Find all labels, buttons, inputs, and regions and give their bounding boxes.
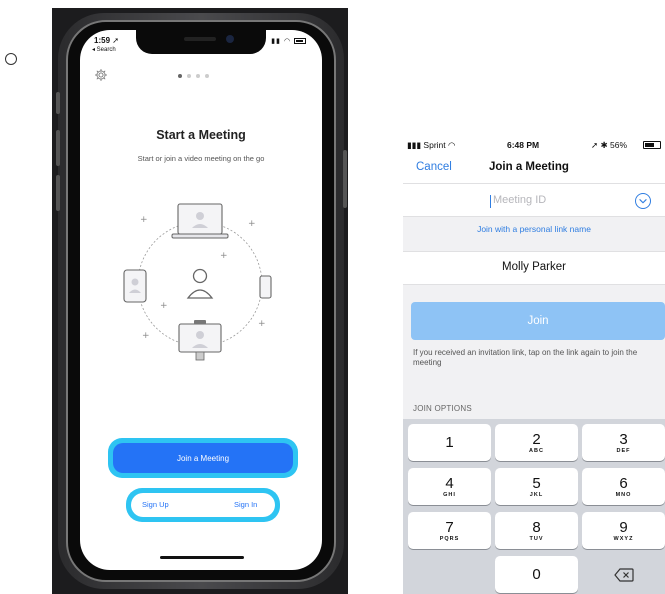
wifi-icon: ◠ [283,38,292,45]
page-indicator [178,74,209,78]
phone-power-button [343,150,347,208]
signal-icon: ▮▮▮ [407,140,422,150]
keypad-digit: 3 [619,430,628,448]
name-field[interactable]: Molly Parker [403,251,665,285]
gear-icon[interactable] [94,68,108,82]
page-dot[interactable] [196,74,200,78]
keypad-letters: GHI [443,491,456,498]
battery-icon [643,141,661,149]
keypad-digit: 1 [445,434,454,451]
svg-text:+: + [160,301,168,311]
join-button[interactable]: Join [411,302,665,340]
sign-up-button[interactable]: Sign Up [142,500,169,509]
sign-in-button[interactable]: Sign In [234,500,257,509]
user-icon [186,268,214,299]
svg-text:+: + [140,215,148,225]
carrier: ▮▮▮ Sprint ◠ [407,140,456,150]
keypad-key-3[interactable]: 3 DEF [582,424,665,461]
room-system-icon [178,320,222,361]
cancel-button[interactable]: Cancel [416,161,452,173]
page-dot[interactable] [178,74,182,78]
keypad-key-2[interactable]: 2 ABC [495,424,578,461]
page-title: Start a Meeting [156,128,246,142]
keypad-digit: 4 [445,474,454,492]
keypad-key-1[interactable]: 1 [408,424,491,461]
status-time: 1:59 ➚ [94,36,119,45]
chevron-down-icon[interactable] [635,193,651,209]
phone-mute-switch [56,92,60,114]
keypad-key-0[interactable]: 0 [495,556,578,593]
signal-icon: ▮▮ [271,38,281,45]
status-time: 6:48 PM [507,140,540,150]
keypad-digit: 7 [445,518,454,536]
svg-text:+: + [142,331,150,341]
keypad-key-8[interactable]: 8 TUV [495,512,578,549]
back-to-search[interactable]: ◂ Search [92,46,116,53]
keypad-digit: 2 [532,430,541,448]
keypad-letters: JKL [529,491,544,498]
name-value: Molly Parker [502,261,566,273]
personal-link-button[interactable]: Join with a personal link name [403,224,665,234]
keypad-key-4[interactable]: 4 GHI [408,468,491,505]
backspace-icon [613,567,634,582]
phone-notch [136,30,266,54]
form-area: Meeting ID Join with a personal link nam… [403,183,665,443]
front-camera [226,35,234,43]
keypad-letters: TUV [529,535,544,542]
battery-icon [294,38,306,45]
keypad-letters: PQRS [439,535,460,542]
text-cursor [490,195,491,208]
keypad-letters: ABC [529,447,544,454]
meeting-id-placeholder: Meeting ID [493,194,547,206]
wifi-icon: ◠ [448,140,456,150]
navigation-bar: Cancel Join a Meeting [403,155,665,183]
keypad-digit: 8 [532,518,541,536]
phone-screen: 1:59 ➚ ◂ Search ▮▮ ◠ Start a Meeting Sta… [80,30,322,570]
keypad-key-7[interactable]: 7 PQRS [408,512,491,549]
join-meeting-screen: ▮▮▮ Sprint ◠ 6:48 PM ➚ ✱ 56% Cancel Join… [403,137,665,594]
join-options-label: JOIN OPTIONS [413,404,472,413]
phone-volume-down [56,175,60,211]
phone-volume-up [56,130,60,166]
meeting-id-field[interactable]: Meeting ID [403,183,665,217]
tablet-icon [123,269,147,303]
keypad-digit: 0 [532,566,541,583]
svg-text:+: + [220,251,228,261]
keypad-key-6[interactable]: 6 MNO [582,468,665,505]
nav-title: Join a Meeting [489,161,569,173]
keypad-digit: 9 [619,518,628,536]
keypad-letters: DEF [616,447,631,454]
page-dot[interactable] [205,74,209,78]
speaker-grille [184,37,216,41]
join-meeting-button[interactable]: Join a Meeting [113,443,293,473]
page-subtitle: Start or join a video meeting on the go [137,154,265,163]
bluetooth-icon: ✱ [600,140,608,150]
phone-device-icon [259,275,272,299]
keypad-key-9[interactable]: 9 WXYZ [582,512,665,549]
invitation-hint: If you received an invitation link, tap … [413,348,638,367]
keypad-letters: MNO [615,491,632,498]
svg-text:+: + [258,319,266,329]
status-bar: ▮▮▮ Sprint ◠ 6:48 PM ➚ ✱ 56% [403,137,665,155]
keypad-digit: 5 [532,474,541,492]
keypad-letters: WXYZ [613,535,634,542]
laptop-icon [171,203,229,239]
status-icons: ▮▮ ◠ [271,37,306,45]
keypad-key-5[interactable]: 5 JKL [495,468,578,505]
meeting-devices-illustration: + + + + + + [123,203,272,361]
delete-key[interactable] [582,556,665,593]
status-battery: ➚ ✱ 56% [591,140,628,150]
home-indicator[interactable] [160,556,244,559]
svg-text:+: + [248,219,256,229]
location-icon: ➚ [591,140,599,150]
keypad-digit: 6 [619,474,628,492]
numeric-keypad: 1 2 ABC 3 DEF 4 GHI 5 JKL 6 MNO 7 PQRS 8 TUV 9 WXYZ 0 [403,419,665,594]
page-dot[interactable] [187,74,191,78]
list-bullet [5,53,17,65]
